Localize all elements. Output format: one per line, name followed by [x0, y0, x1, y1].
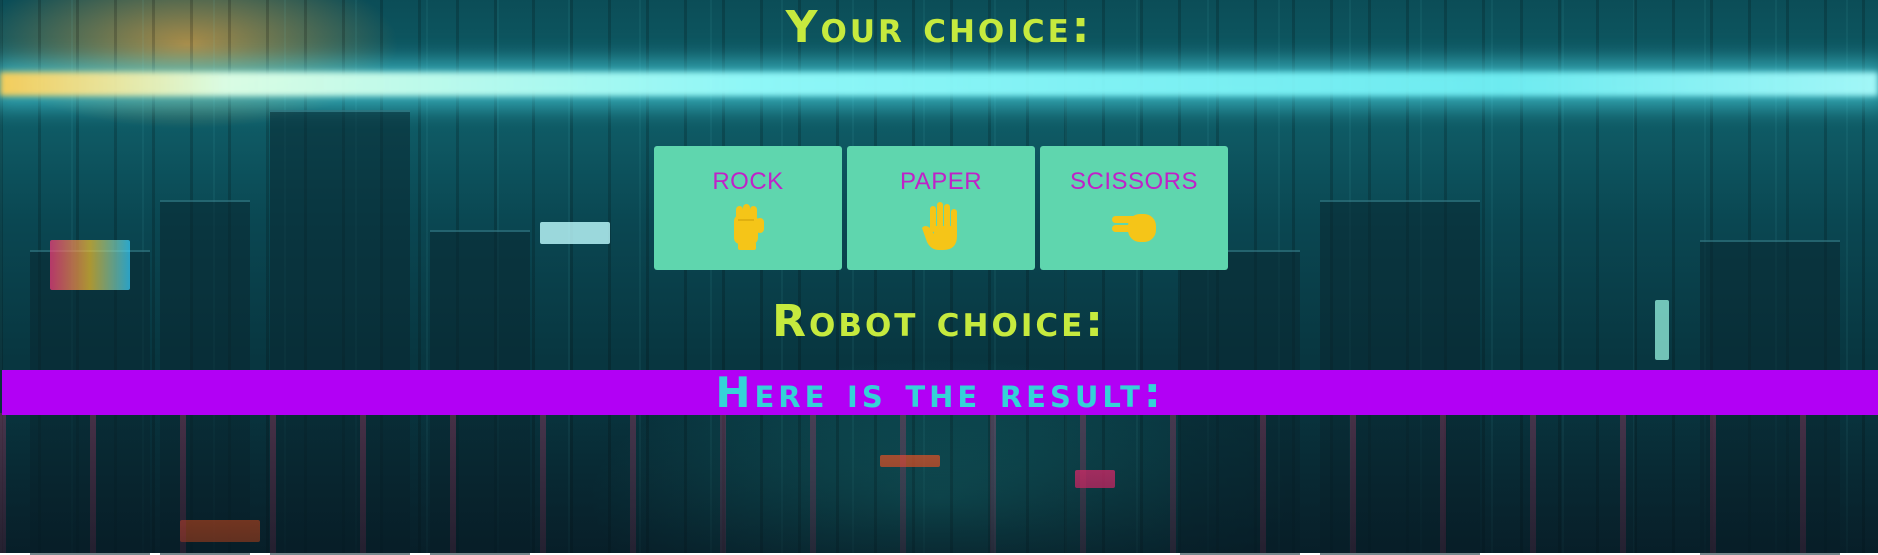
- paper-label: PAPER: [899, 168, 983, 195]
- neon-sign: [50, 240, 130, 290]
- neon-sign: [540, 222, 610, 244]
- scissors-button[interactable]: SCISSORS: [1040, 146, 1228, 270]
- pointing-hand-icon: [1112, 214, 1156, 242]
- result-banner: Here is the result:: [2, 370, 1878, 415]
- choice-button-group: ROCK PAPER SCISSORS: [654, 146, 1228, 270]
- rock-label: ROCK: [712, 168, 784, 195]
- rock-button[interactable]: ROCK: [654, 146, 842, 270]
- scissors-label: SCISSORS: [1069, 168, 1199, 195]
- neon-light-streak: [0, 72, 1878, 96]
- your-choice-heading: Your choice:: [785, 2, 1093, 53]
- robot-choice-heading: Robot choice:: [772, 296, 1106, 347]
- neon-sign: [1075, 470, 1115, 488]
- neon-sign: [180, 520, 260, 542]
- background-cityscape: [0, 0, 1878, 555]
- neon-sign: [880, 455, 940, 467]
- raised-hand-icon: [922, 202, 957, 250]
- result-heading: Here is the result:: [715, 368, 1165, 417]
- raised-fist-icon: [734, 204, 764, 250]
- paper-button[interactable]: PAPER: [847, 146, 1035, 270]
